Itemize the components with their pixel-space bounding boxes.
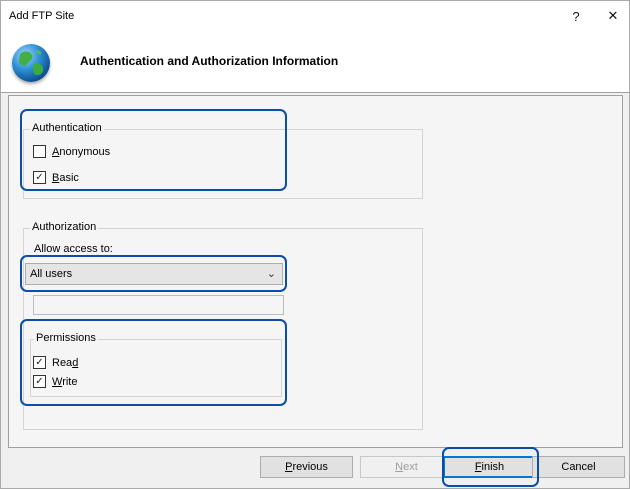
window-title: Add FTP Site — [9, 10, 75, 22]
authorization-group-label: Authorization — [30, 221, 99, 233]
authentication-group-label: Authentication — [30, 122, 104, 134]
write-checkbox[interactable]: ✓ Write — [33, 375, 77, 388]
anonymous-label: Anonymous — [52, 145, 111, 158]
write-checkbox-box[interactable]: ✓ — [33, 375, 46, 388]
anonymous-checkbox[interactable]: Anonymous — [33, 145, 110, 158]
users-roles-textbox[interactable] — [33, 295, 284, 315]
authentication-group — [23, 129, 423, 199]
next-button[interactable]: Next — [360, 456, 453, 478]
allow-access-label: Allow access to: — [34, 243, 113, 255]
write-label: Write — [52, 375, 78, 388]
wizard-header: Authentication and Authorization Informa… — [1, 31, 629, 93]
read-checkbox[interactable]: ✓ Read — [33, 356, 78, 369]
anonymous-checkbox-box[interactable] — [33, 145, 46, 158]
authorization-group — [23, 228, 423, 430]
add-ftp-site-dialog: Add FTP Site ? ✕ Authentication and Auth… — [0, 0, 630, 489]
basic-checkbox-box[interactable]: ✓ — [33, 171, 46, 184]
finish-button[interactable]: Finish — [443, 456, 536, 478]
allow-access-dropdown[interactable]: All users ⌄ — [25, 263, 283, 285]
close-button[interactable]: ✕ — [600, 5, 626, 27]
help-button[interactable]: ? — [563, 5, 589, 27]
read-checkbox-box[interactable]: ✓ — [33, 356, 46, 369]
previous-button[interactable]: Previous — [260, 456, 353, 478]
permissions-group-label: Permissions — [34, 332, 98, 344]
basic-checkbox[interactable]: ✓ Basic — [33, 171, 79, 184]
globe-icon — [12, 44, 50, 82]
chevron-down-icon: ⌄ — [266, 268, 276, 280]
header-title: Authentication and Authorization Informa… — [80, 54, 339, 68]
allow-access-selected-value: All users — [30, 268, 73, 280]
basic-label: Basic — [52, 171, 79, 184]
cancel-button[interactable]: Cancel — [532, 456, 625, 478]
read-label: Read — [52, 356, 79, 369]
title-bar: Add FTP Site ? ✕ — [1, 1, 629, 31]
